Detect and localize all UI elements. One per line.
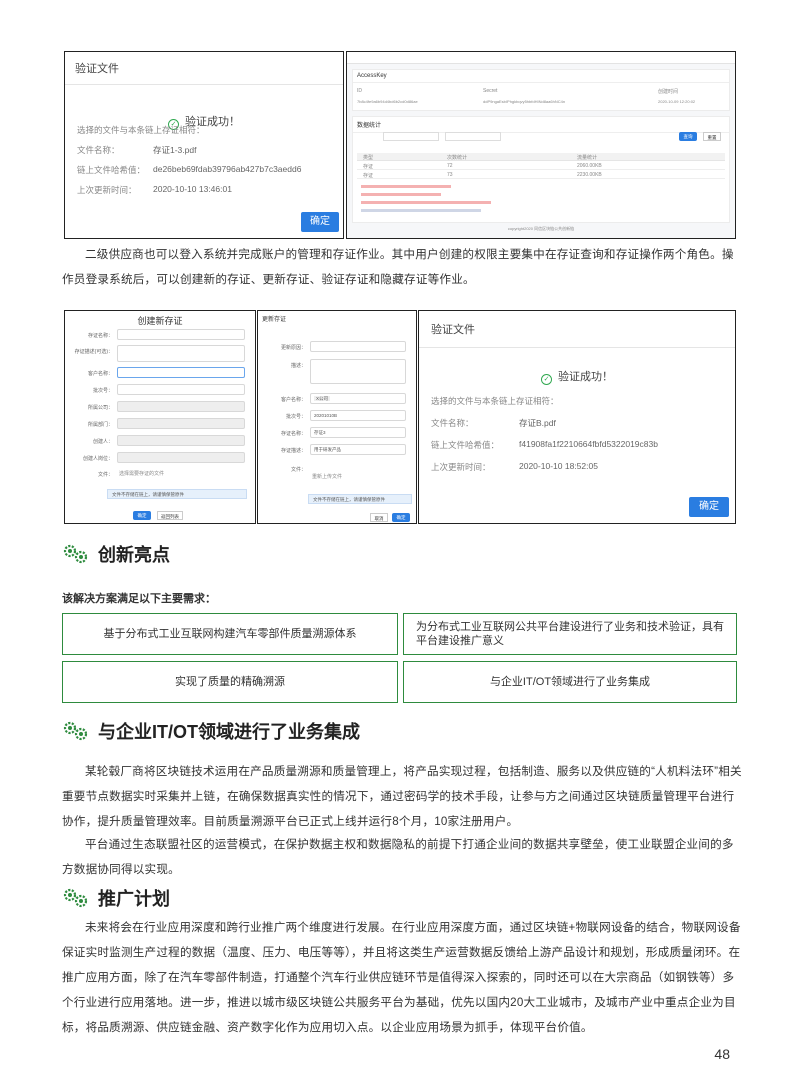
key-id: 7b8c4fe9a6b94d4bd6b2cd0d86ae [357, 99, 418, 104]
desc-input[interactable]: 用于研发产品 [310, 444, 406, 455]
name-input[interactable]: 存证3 [310, 427, 406, 438]
note-line [361, 209, 481, 212]
ok-button[interactable]: 确定 [392, 513, 410, 522]
query-button[interactable]: 查询 [679, 132, 697, 141]
date-end-input[interactable] [445, 132, 501, 141]
accesskey-panel: AccessKey ID Secret 创建时间 7b8c4fe9a6b94d4… [352, 69, 730, 111]
back-button[interactable]: 返回列表 [157, 511, 183, 520]
paragraph-wheel-maker: 某轮毂厂商将区块链技术运用在产品质量溯源和质量管理上，将产品实现过程，包括制造、… [62, 765, 742, 828]
update-time-row: 上次更新时间： 2020-10-10 13:46:01 [77, 184, 232, 195]
file-name-row: 文件名称： 存证1-3.pdf [77, 145, 197, 155]
company-input [117, 401, 245, 412]
copyright: copyright2020 同信区块链公共创新链 [507, 226, 575, 231]
col-secret: Secret [483, 88, 498, 94]
hash-row: 链上文件哈希值： f41908fa1f2210664fbfd5322019c83b [431, 439, 658, 450]
col-id: ID [357, 88, 362, 94]
stats-heading: 数据统计 [353, 117, 729, 133]
paragraph-ecosystem: 平台通过生态联盟社区的运营模式，在保护数据主权和数据隐私的前提下打通企业间的数据… [62, 838, 734, 876]
dialog-title: 验证文件 [65, 52, 343, 85]
key-time: 2020-10-09 12:20:02 [658, 99, 696, 104]
update-time-row: 上次更新时间： 2020-10-10 18:52:05 [431, 461, 598, 472]
gears-icon [62, 720, 92, 742]
paragraph-plan: 未来将会在行业应用深度和跨行业推广两个维度进行发展。在行业应用深度方面，通过区块… [62, 921, 741, 1034]
record-desc-input[interactable] [117, 345, 245, 362]
gears-icon [62, 887, 92, 909]
section-title-promotion: 推广计划 [62, 885, 170, 911]
reset-button[interactable]: 重置 [703, 132, 721, 141]
file-name-row: 文件名称： 存证B.pdf [431, 418, 556, 428]
screenshot-update-record: 更新存证 更新原因： 描述： 客户名称： X公司 批次号： 20201010B 存证… [257, 310, 417, 524]
screenshot-console: AccessKey ID Secret 创建时间 7b8c4fe9a6b94d4… [346, 51, 736, 239]
confirm-button[interactable]: 确定 [689, 497, 729, 517]
batch-input[interactable] [117, 384, 245, 395]
update-desc-input[interactable] [310, 359, 406, 384]
paragraph-operator: 二级供应商也可以登入系统并完成账户的管理和存证作业。其中用户创建的权限主要集中在… [62, 248, 734, 286]
record-name-input[interactable] [117, 329, 245, 340]
dialog-title: 创建新存证 [137, 316, 183, 326]
confirm-button[interactable]: 确定 [301, 212, 339, 232]
customer-tag[interactable]: X公司 [310, 393, 406, 404]
screenshot-create-record: 创建新存证 存证名称： 存证描述(可选)： 客户名称： 批次号： 所属公司： 所… [64, 310, 256, 524]
requirement-box: 基于分布式工业互联网构建汽车零部件质量溯源体系 [62, 613, 398, 655]
requirements-intro: 该解决方案满足以下主要需求： [62, 593, 216, 605]
customer-select[interactable] [117, 367, 245, 378]
notice-banner: 文件不存储在链上，请谨慎保管原件 [308, 494, 412, 504]
hash-row: 链上文件哈希值： de26beb69fdab39796ab427b7c3aedd6 [77, 164, 302, 175]
page-number: 48 [714, 1046, 730, 1062]
requirement-box: 为分布式工业互联网公共平台建设进行了业务和技术验证，具有平台建设推广意义 [403, 613, 737, 655]
section-title-highlights: 创新亮点 [62, 541, 170, 567]
batch-input[interactable]: 20201010B [310, 410, 406, 421]
creator-role-input [117, 452, 245, 463]
table-row: 存证 72 2060.00KB [357, 162, 725, 170]
reupload-link[interactable]: 重新上传文件 [312, 473, 342, 480]
accesskey-heading: AccessKey [353, 70, 729, 83]
requirement-box: 实现了质量的精确溯源 [62, 661, 398, 703]
stats-table-header: 类型 次数统计 流量统计 [357, 153, 725, 161]
note-line [361, 185, 451, 188]
stats-panel: 数据统计 查询 重置 类型 次数统计 流量统计 存证 72 2060.00KB … [352, 116, 730, 223]
match-text: 选择的文件与本条链上存证相符： [77, 125, 205, 135]
note-line [361, 193, 441, 196]
requirement-box: 与企业IT/OT领域进行了业务集成 [403, 661, 737, 703]
cancel-button[interactable]: 取消 [370, 513, 388, 522]
match-text: 选择的文件与本条链上存证相符： [431, 396, 559, 406]
ok-button[interactable]: 确定 [133, 511, 151, 520]
table-row: 存证 73 2230.00KB [357, 171, 725, 179]
date-start-input[interactable] [383, 132, 439, 141]
key-secret: ddP9ngaEsbIPhgkbqvy5hbfdHINd8aa6hNC4n [483, 99, 566, 104]
success-message: ✓ 验证成功！ [419, 368, 735, 385]
console-header [347, 52, 735, 64]
upload-link[interactable]: 选择需要存证的文件 [119, 470, 164, 477]
col-time: 创建时间 [658, 89, 679, 95]
screenshot-verify-dialog-1: 验证文件 ✓ 验证成功！ 选择的文件与本条链上存证相符： 文件名称： 存证1-3.p… [64, 51, 344, 239]
reason-input[interactable] [310, 341, 406, 352]
screenshot-verify-dialog-2: 验证文件 ✓ 验证成功！ 选择的文件与本条链上存证相符： 文件名称： 存证B.pdf… [418, 310, 736, 524]
notice-banner: 文件不存储在链上，请谨慎保管原件 [107, 489, 247, 499]
creator-input [117, 435, 245, 446]
check-circle-icon: ✓ [541, 374, 552, 385]
note-line [361, 201, 491, 204]
dialog-title: 更新存证 [262, 317, 287, 323]
section-title-integration: 与企业IT/OT领域进行了业务集成 [62, 718, 360, 744]
gears-icon [62, 543, 92, 565]
dialog-title: 验证文件 [419, 311, 735, 348]
department-input [117, 418, 245, 429]
